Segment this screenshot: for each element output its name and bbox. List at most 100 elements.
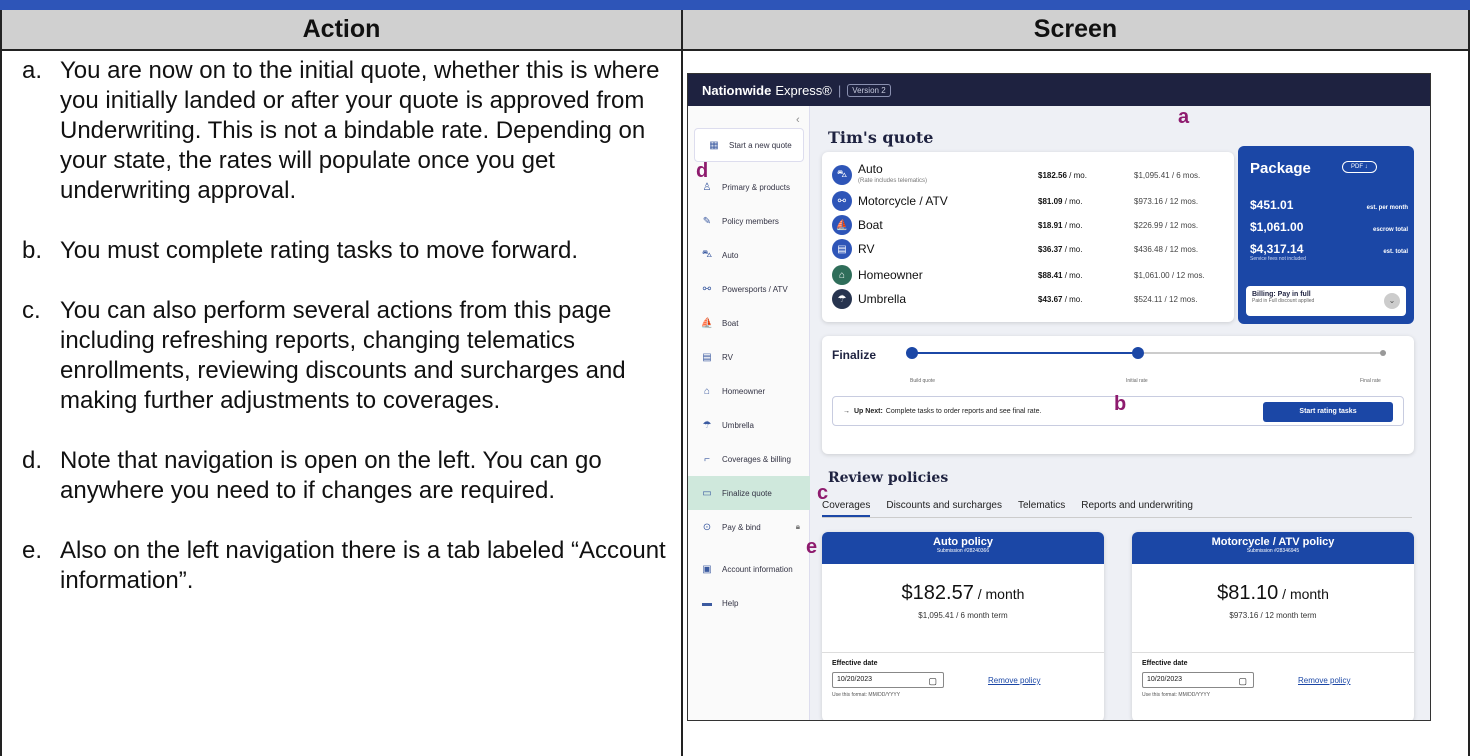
calculator-icon: ▦ [709, 139, 719, 151]
policy-title: Motorcycle / ATV policy [1211, 536, 1335, 548]
nav-label: Policy members [722, 216, 779, 226]
tab-discounts-surcharges[interactable]: Discounts and surcharges [886, 496, 1002, 517]
app-header: Nationwide Express® | Version 2 [688, 74, 1430, 106]
policy-term: $1,095.41 / 6 month term [918, 611, 1008, 620]
progress-fill [908, 352, 1138, 354]
app-screenshot: Nationwide Express® | Version 2 ‹ ▦ Star… [687, 73, 1431, 721]
nav-policy-members[interactable]: ✎ Policy members [688, 204, 810, 238]
package-escrow-label: escrow total [1372, 227, 1408, 233]
callout-a: a [1178, 106, 1190, 128]
nav-homeowner[interactable]: ⌂ Homeowner [688, 374, 810, 408]
step-e: e. Also on the left navigation there is … [22, 536, 672, 596]
policy-monthly: $81.10 / month [1217, 582, 1329, 604]
start-rating-tasks-button[interactable]: Start rating tasks [1263, 402, 1393, 422]
table-header-row: Action Screen [2, 10, 1468, 51]
nav-auto[interactable]: ⛍ Auto [688, 238, 810, 272]
product-subnote: (Rate includes telematics) [858, 178, 928, 184]
package-monthly: $451.01 est. per month [1250, 198, 1408, 212]
review-tabs: Coverages Discounts and surcharges Telem… [822, 496, 1412, 518]
policy-term: $973.16 / 12 month term [1229, 611, 1317, 620]
package-escrow: $1,061.00 escrow total [1250, 220, 1408, 234]
product-monthly: $88.41 / mo. [1038, 270, 1083, 280]
rv-icon: ▤ [702, 351, 712, 363]
calendar-icon[interactable]: ▢ [1238, 674, 1247, 688]
callout-e: e [806, 536, 818, 558]
nav-label: Account information [722, 564, 793, 574]
effective-date-input[interactable]: 10/20/2023 ▢ [1142, 672, 1254, 688]
collapse-nav-icon[interactable]: ‹ [796, 114, 800, 126]
step-label: Build quote [910, 378, 936, 384]
step-dot-build [906, 347, 918, 359]
date-format-hint: Use this format: MM/DD/YYYY [832, 692, 901, 698]
product-monthly: $182.56 / mo. [1038, 170, 1087, 180]
tab-telematics[interactable]: Telematics [1018, 496, 1065, 517]
nav-pay-bind[interactable]: ⊙ Pay & bind 🔒︎ [688, 510, 810, 544]
product-name: Auto (Rate includes telematics) [858, 163, 1008, 187]
calendar-icon[interactable]: ▢ [928, 674, 937, 688]
nav-label: Homeowner [722, 386, 766, 396]
billing-subtitle: Paid in Full discount applied [1252, 298, 1315, 304]
nav-powersports[interactable]: ⚯ Powersports / ATV [688, 272, 810, 306]
effective-date-input[interactable]: 10/20/2023 ▢ [832, 672, 944, 688]
policy-divider [822, 652, 1104, 653]
step-letter: a. [22, 57, 43, 84]
nav-coverages-billing[interactable]: ⌐ Coverages & billing [688, 442, 810, 476]
nav-label: Auto [722, 250, 739, 260]
header-separator: | [837, 82, 842, 98]
tab-coverages[interactable]: Coverages [822, 496, 871, 517]
package-monthly-amount: $451.01 [1250, 198, 1294, 212]
product-term: $436.48 / 12 mos. [1134, 244, 1199, 254]
brand-logo: Nationwide [702, 82, 772, 98]
screen-column-header: Screen [1033, 15, 1118, 43]
billing-selector[interactable]: Billing: Pay in full Paid in Full discou… [1246, 286, 1406, 316]
chat-icon: ▬ [702, 597, 712, 609]
boat-icon: ⛵ [832, 215, 852, 235]
review-policies-title: Review policies [828, 470, 949, 486]
nav-label: Primary & products [722, 182, 791, 192]
package-monthly-label: est. per month [1366, 205, 1408, 211]
side-navigation: ‹ ▦ Start a new quote ♙ Primary & produc… [688, 106, 810, 720]
step-c: c. You can also perform several actions … [22, 296, 672, 416]
package-total-label: est. total [1383, 249, 1408, 255]
lock-icon: 🔒︎ [795, 522, 800, 531]
step-label: Initial rate [1126, 378, 1148, 384]
pdf-download-button[interactable]: PDF ↓ [1342, 161, 1377, 173]
start-new-quote-button[interactable]: ▦ Start a new quote [694, 128, 804, 162]
policy-monthly: $182.57 / month [901, 582, 1025, 604]
brand-suffix: Express® [775, 82, 832, 98]
home-icon: ⌂ [832, 265, 852, 285]
remove-policy-link[interactable]: Remove policy [988, 676, 1040, 685]
product-name: Boat [858, 218, 883, 232]
step-text: You are now on to the initial quote, whe… [60, 57, 660, 204]
nav-label: Boat [722, 318, 739, 328]
callout-b: b [1114, 393, 1127, 415]
step-text: Note that navigation is open on the left… [60, 447, 602, 504]
step-a: a. You are now on to the initial quote, … [22, 56, 672, 206]
step-d: d. Note that navigation is open on the l… [22, 446, 672, 506]
callout-c: c [817, 482, 829, 504]
product-monthly: $18.91 / mo. [1038, 220, 1083, 230]
product-term: $973.16 / 12 mos. [1134, 196, 1199, 206]
nav-rv[interactable]: ▤ RV [688, 340, 810, 374]
step-text: You can also perform several actions fro… [60, 297, 626, 414]
nav-boat[interactable]: ⛵ Boat [688, 306, 810, 340]
nav-account-information[interactable]: ▣ Account information [688, 552, 810, 586]
fee-note: Service fees not included [1250, 256, 1306, 262]
step-letter: d. [22, 447, 43, 474]
nav-umbrella[interactable]: ☂ Umbrella [688, 408, 810, 442]
nav-label: Coverages & billing [722, 454, 791, 464]
nav-help[interactable]: ▬ Help [688, 586, 810, 620]
progress-track: Build quote Initial rate Final rate [906, 347, 1386, 384]
step-text: Also on the left navigation there is a t… [60, 537, 666, 594]
billing-title: Billing: Pay in full [1252, 291, 1311, 298]
product-row-rv: ▤ RV $36.37 / mo. $436.48 / 12 mos. [832, 238, 1228, 260]
remove-policy-link[interactable]: Remove policy [1298, 676, 1350, 685]
tab-reports-underwriting[interactable]: Reports and underwriting [1081, 496, 1193, 517]
nav-finalize-quote[interactable]: ▭ Finalize quote [688, 476, 810, 510]
chevron-down-icon[interactable]: ⌄ [1384, 293, 1400, 309]
date-format-hint: Use this format: MM/DD/YYYY [1142, 692, 1211, 698]
policy-divider [1132, 652, 1414, 653]
column-divider [681, 10, 683, 756]
nav-label: Powersports / ATV [722, 284, 788, 294]
step-text: You must complete rating tasks to move f… [60, 237, 579, 264]
